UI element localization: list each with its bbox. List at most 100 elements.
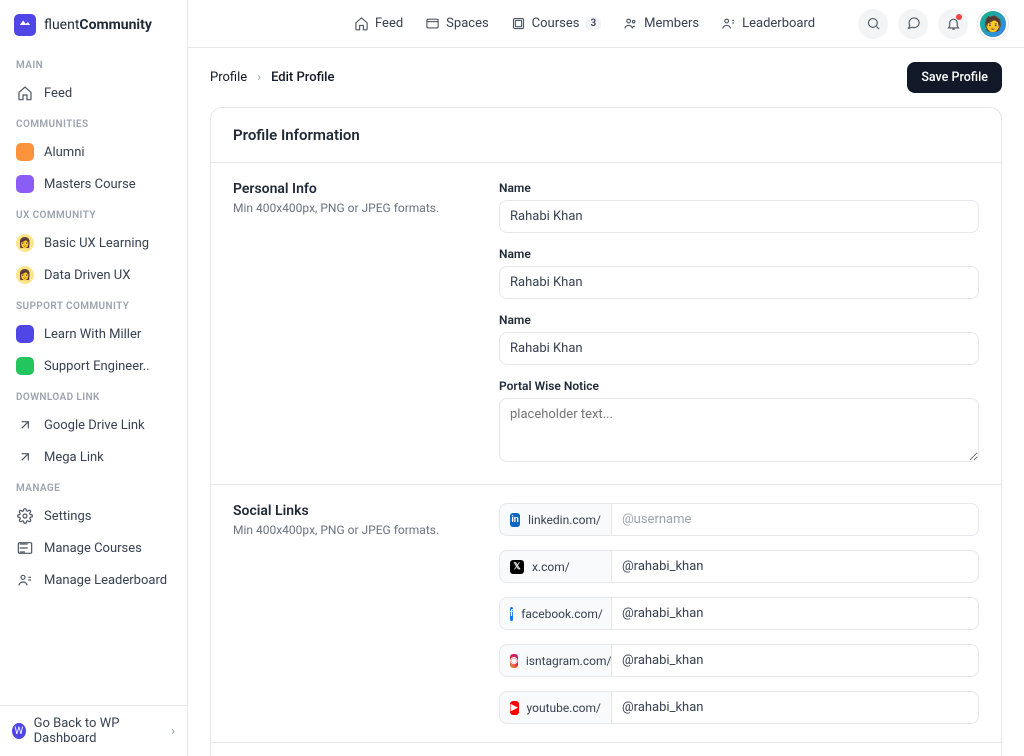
instagram-prefix: ◉isntagram.com/	[499, 644, 611, 677]
social-hint: Min 400x400px, PNG or JPEG formats.	[233, 523, 463, 537]
name2-input[interactable]	[499, 266, 979, 299]
sidebar-item-label: Alumni	[44, 145, 85, 160]
sidebar-item-alumni[interactable]: Alumni	[8, 136, 179, 168]
wp-back-label: Go Back to WP Dashboard	[34, 716, 163, 746]
search-icon	[866, 16, 881, 31]
leaderboard-icon	[16, 571, 34, 589]
brand-name: fluentCommunity	[44, 17, 152, 33]
sidebar-item-mega[interactable]: Mega Link	[8, 441, 179, 473]
community-color-icon	[16, 175, 34, 193]
facebook-icon: f	[510, 607, 513, 621]
portal-notice-label: Portal Wise Notice	[499, 379, 979, 393]
sidebar-item-label: Masters Course	[44, 177, 136, 192]
sidebar-item-label: Basic UX Learning	[44, 236, 149, 251]
sidebar-item-label: Support Engineer..	[44, 359, 150, 374]
community-color-icon	[16, 357, 34, 375]
brand-mark-icon	[14, 14, 36, 36]
topnav-label: Spaces	[446, 16, 489, 31]
instagram-input[interactable]	[611, 644, 979, 677]
section-manage: MANAGE	[8, 473, 179, 500]
chat-icon	[906, 16, 921, 31]
sidebar-item-label: Data Driven UX	[44, 268, 130, 283]
name1-input[interactable]	[499, 200, 979, 233]
topnav-leaderboard[interactable]: Leaderboard	[721, 16, 815, 31]
home-icon	[16, 84, 34, 102]
sidebar-item-masters[interactable]: Masters Course	[8, 168, 179, 200]
youtube-input[interactable]	[611, 691, 979, 724]
brand-logo[interactable]: fluentCommunity	[0, 0, 187, 46]
sidebar-item-manage-courses[interactable]: Manage Courses	[8, 532, 179, 564]
topnav-courses[interactable]: Courses 3	[511, 16, 601, 31]
topnav-label: Feed	[375, 16, 403, 31]
topnav-label: Members	[644, 16, 699, 31]
notifications-button[interactable]	[938, 9, 968, 39]
community-color-icon	[16, 143, 34, 161]
external-link-icon	[16, 416, 34, 434]
breadcrumb: Profile › Edit Profile	[210, 70, 334, 85]
name3-input[interactable]	[499, 332, 979, 365]
sidebar-item-label: Manage Leaderboard	[44, 573, 167, 588]
save-profile-button[interactable]: Save Profile	[907, 62, 1002, 93]
courses-count-badge: 3	[585, 17, 601, 30]
sidebar-item-feed[interactable]: Feed	[8, 77, 179, 109]
sidebar-item-manage-leaderboard[interactable]: Manage Leaderboard	[8, 564, 179, 596]
page-header: Profile › Edit Profile Save Profile	[188, 48, 1024, 107]
sidebar-item-learn-miller[interactable]: Learn With Miller	[8, 318, 179, 350]
section-main: MAIN	[8, 50, 179, 77]
sidebar-item-gdrive[interactable]: Google Drive Link	[8, 409, 179, 441]
sidebar: fluentCommunity MAIN Feed COMMUNITIES Al…	[0, 0, 188, 756]
name1-label: Name	[499, 181, 979, 195]
sidebar-item-settings[interactable]: Settings	[8, 500, 179, 532]
sidebar-item-label: Feed	[44, 86, 72, 101]
sidebar-item-support-eng[interactable]: Support Engineer..	[8, 350, 179, 382]
external-link-icon	[16, 448, 34, 466]
section-support: SUPPORT COMMUNITY	[8, 291, 179, 318]
sidebar-item-label: Mega Link	[44, 450, 104, 465]
user-avatar[interactable]: 🧑	[978, 9, 1008, 39]
x-input[interactable]	[611, 550, 979, 583]
topnav-members[interactable]: Members	[623, 16, 699, 31]
linkedin-icon: in	[510, 513, 520, 527]
courses-icon	[16, 539, 34, 557]
facebook-input[interactable]	[611, 597, 979, 630]
sidebar-item-label: Google Drive Link	[44, 418, 145, 433]
facebook-prefix: ffacebook.com/	[499, 597, 611, 630]
sidebar-item-data-ux[interactable]: 👩 Data Driven UX	[8, 259, 179, 291]
personal-hint: Min 400x400px, PNG or JPEG formats.	[233, 201, 463, 215]
breadcrumb-edit-profile: Edit Profile	[271, 70, 334, 85]
search-button[interactable]	[858, 9, 888, 39]
x-icon: 𝕏	[510, 560, 524, 574]
personal-heading: Personal Info	[233, 181, 463, 197]
community-color-icon	[16, 325, 34, 343]
avatar-icon: 👩	[16, 234, 34, 252]
portal-notice-input[interactable]	[499, 398, 979, 462]
card-title: Profile Information	[211, 108, 1001, 162]
topnav-label: Leaderboard	[742, 16, 815, 31]
breadcrumb-profile[interactable]: Profile	[210, 70, 247, 85]
profile-card: Profile Information Personal Info Min 40…	[210, 107, 1002, 756]
messages-button[interactable]	[898, 9, 928, 39]
linkedin-input[interactable]	[611, 503, 979, 536]
name3-label: Name	[499, 313, 979, 327]
social-heading: Social Links	[233, 503, 463, 519]
chevron-right-icon: ›	[257, 70, 261, 85]
avatar-icon: 👩	[16, 266, 34, 284]
wp-dashboard-link[interactable]: W Go Back to WP Dashboard ›	[0, 705, 187, 756]
section-ux: UX COMMUNITY	[8, 200, 179, 227]
topnav-label: Courses	[532, 16, 580, 31]
youtube-icon: ▶	[510, 701, 519, 715]
linkedin-prefix: inlinkedin.com/	[499, 503, 611, 536]
instagram-icon: ◉	[510, 654, 518, 668]
name2-label: Name	[499, 247, 979, 261]
sidebar-item-basic-ux[interactable]: 👩 Basic UX Learning	[8, 227, 179, 259]
sidebar-item-label: Learn With Miller	[44, 327, 141, 342]
x-prefix: 𝕏x.com/	[499, 550, 611, 583]
topnav-spaces[interactable]: Spaces	[425, 16, 489, 31]
wordpress-icon: W	[12, 723, 26, 739]
section-communities: COMMUNITIES	[8, 109, 179, 136]
notification-dot-icon	[956, 14, 962, 20]
sidebar-item-label: Settings	[44, 509, 91, 524]
youtube-prefix: ▶youtube.com/	[499, 691, 611, 724]
topbar: Feed Spaces Courses 3 Members Leaderboard…	[188, 0, 1024, 48]
topnav-feed[interactable]: Feed	[354, 16, 403, 31]
